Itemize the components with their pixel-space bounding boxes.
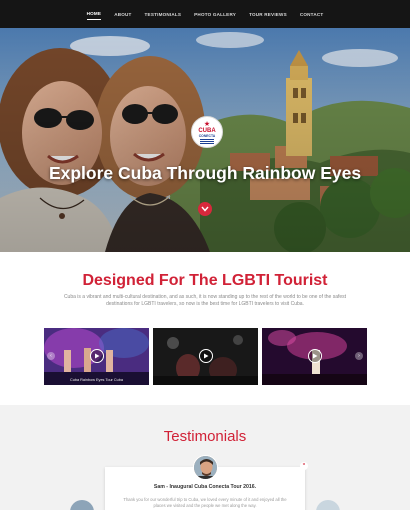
nav-tour-reviews-link[interactable]: TOUR REVIEWS (249, 9, 287, 20)
play-icon (313, 353, 318, 359)
testimonial-quote: Thank you for our wonderful trip to Cuba… (123, 497, 287, 508)
video-thumbnail-1[interactable]: ‹ Cuba Rainbow Eyes Tour Cuba (44, 328, 149, 385)
star-icon: ★ (203, 120, 211, 128)
carousel-next-icon[interactable]: › (355, 352, 363, 360)
flag-stripes (200, 138, 214, 144)
nav-home-link[interactable]: HOME (86, 8, 102, 20)
video-caption: Cuba Rainbow Eyes Tour Cuba (70, 378, 123, 382)
intro-heading: Designed For The LGBTI Tourist (82, 272, 328, 289)
hero-section: ★ CUBA CONECTA Explore Cuba Through Rain… (0, 28, 410, 252)
chevron-down-icon (201, 206, 209, 212)
video-thumbnail-3[interactable]: › (262, 328, 367, 385)
quote-badge-icon: ❞ (300, 462, 308, 470)
hero-title: Explore Cuba Through Rainbow Eyes (48, 163, 362, 183)
nav-contact-link[interactable]: CONTACT (300, 9, 324, 20)
nav-testimonials-link[interactable]: TESTIMONIALS (145, 9, 182, 20)
play-icon (95, 353, 100, 359)
intro-paragraph: Cuba is a vibrant and multi-cultural des… (63, 294, 347, 307)
play-button[interactable] (90, 349, 104, 363)
testimonial-author: Sam - Inaugural Cuba Conecta Tour 2016. (153, 484, 257, 490)
scroll-down-button[interactable] (198, 202, 212, 216)
carousel-prev-icon[interactable]: ‹ (47, 352, 55, 360)
testimonial-avatar (193, 455, 218, 480)
nav-photo-gallery-link[interactable]: PHOTO GALLERY (194, 9, 236, 20)
play-button[interactable] (199, 349, 213, 363)
video-thumbnail-2[interactable] (153, 328, 258, 385)
cuba-conecta-logo[interactable]: ★ CUBA CONECTA (191, 116, 223, 148)
logo-text-sub: CONECTA (198, 133, 216, 138)
play-button[interactable] (308, 349, 322, 363)
nav-about-link[interactable]: ABOUT (114, 9, 131, 20)
play-icon (204, 353, 209, 359)
top-nav: HOME ABOUT TESTIMONIALS PHOTO GALLERY TO… (0, 0, 410, 28)
testimonials-heading: Testimonials (163, 428, 247, 445)
